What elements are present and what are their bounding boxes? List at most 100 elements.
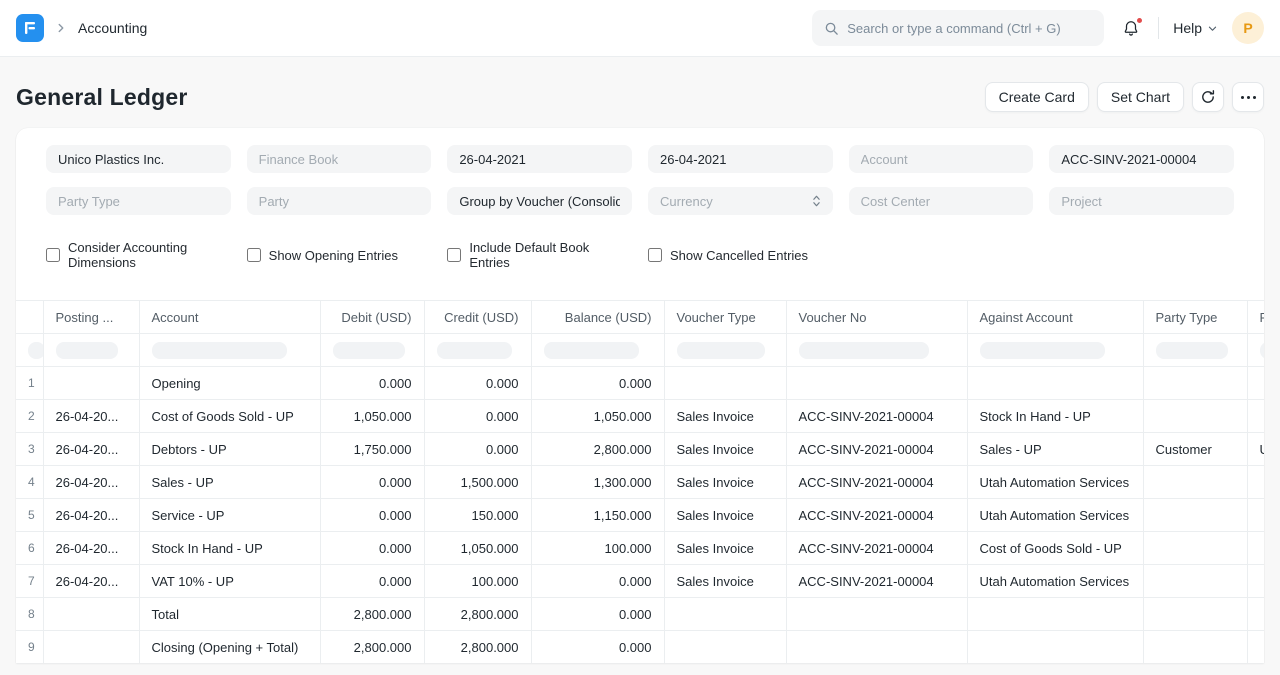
show-cancelled-entries-checkbox[interactable]	[648, 248, 662, 262]
table-row[interactable]: 3 26-04-20... Debtors - UP 1,750.000 0.0…	[16, 433, 1264, 466]
table-row[interactable]: 8 Total 2,800.000 2,800.000 0.000	[16, 598, 1264, 631]
cell-party[interactable]	[1247, 400, 1264, 433]
cell-debit[interactable]: 1,750.000	[320, 433, 424, 466]
cell-against-account[interactable]	[967, 598, 1143, 631]
column-filter-input[interactable]	[16, 334, 43, 367]
cell-voucher-type[interactable]: Sales Invoice	[664, 433, 786, 466]
cell-party[interactable]: Utah Automation Services	[1247, 433, 1264, 466]
cell-against-account[interactable]: Cost of Goods Sold - UP	[967, 532, 1143, 565]
cell-balance[interactable]: 1,150.000	[531, 499, 664, 532]
cell-party[interactable]	[1247, 367, 1264, 400]
cell-voucher-no[interactable]: ACC-SINV-2021-00004	[786, 466, 967, 499]
cell-debit[interactable]: 2,800.000	[320, 631, 424, 664]
cell-voucher-type[interactable]	[664, 598, 786, 631]
cell-party-type[interactable]	[1143, 400, 1247, 433]
cell-debit[interactable]: 2,800.000	[320, 598, 424, 631]
cell-voucher-type[interactable]: Sales Invoice	[664, 400, 786, 433]
cell-account[interactable]: Service - UP	[139, 499, 320, 532]
breadcrumb[interactable]: Accounting	[78, 20, 147, 36]
cell-voucher-no[interactable]: ACC-SINV-2021-00004	[786, 499, 967, 532]
cell-account[interactable]: Debtors - UP	[139, 433, 320, 466]
from-date-filter[interactable]	[447, 145, 632, 173]
cell-against-account[interactable]	[967, 631, 1143, 664]
cell-voucher-type[interactable]: Sales Invoice	[664, 466, 786, 499]
cell-account[interactable]: Opening	[139, 367, 320, 400]
cell-against-account[interactable]: Sales - UP	[967, 433, 1143, 466]
cell-against-account[interactable]: Utah Automation Services	[967, 466, 1143, 499]
set-chart-button[interactable]: Set Chart	[1097, 82, 1184, 112]
cell-voucher-type[interactable]	[664, 631, 786, 664]
cell-balance[interactable]: 100.000	[531, 532, 664, 565]
show-opening-entries-checkbox[interactable]	[247, 248, 261, 262]
column-filter-input[interactable]	[139, 334, 320, 367]
cell-credit[interactable]: 2,800.000	[424, 631, 531, 664]
cell-party[interactable]	[1247, 565, 1264, 598]
column-filter-input[interactable]	[531, 334, 664, 367]
cell-voucher-no[interactable]	[786, 631, 967, 664]
cell-voucher-no[interactable]: ACC-SINV-2021-00004	[786, 565, 967, 598]
cell-posting-date[interactable]: 26-04-20...	[43, 433, 139, 466]
checkbox-show-opening-entries[interactable]: Show Opening Entries	[247, 248, 432, 263]
table-row[interactable]: 7 26-04-20... VAT 10% - UP 0.000 100.000…	[16, 565, 1264, 598]
include-default-book-entries-checkbox[interactable]	[447, 248, 461, 262]
cell-posting-date[interactable]: 26-04-20...	[43, 499, 139, 532]
cell-voucher-type[interactable]	[664, 367, 786, 400]
cell-account[interactable]: Sales - UP	[139, 466, 320, 499]
cell-posting-date[interactable]: 26-04-20...	[43, 565, 139, 598]
cell-against-account[interactable]: Stock In Hand - UP	[967, 400, 1143, 433]
cost-center-filter[interactable]	[849, 187, 1034, 215]
col-party-type[interactable]: Party Type	[1143, 301, 1247, 334]
column-filter-input[interactable]	[664, 334, 786, 367]
cell-credit[interactable]: 1,050.000	[424, 532, 531, 565]
cell-voucher-no[interactable]	[786, 367, 967, 400]
table-row[interactable]: 2 26-04-20... Cost of Goods Sold - UP 1,…	[16, 400, 1264, 433]
table-row[interactable]: 4 26-04-20... Sales - UP 0.000 1,500.000…	[16, 466, 1264, 499]
cell-credit[interactable]: 1,500.000	[424, 466, 531, 499]
column-filter-input[interactable]	[786, 334, 967, 367]
refresh-button[interactable]	[1192, 82, 1224, 112]
cell-against-account[interactable]: Utah Automation Services	[967, 499, 1143, 532]
cell-credit[interactable]: 100.000	[424, 565, 531, 598]
consider-accounting-dimensions-checkbox[interactable]	[46, 248, 60, 262]
col-account[interactable]: Account	[139, 301, 320, 334]
cell-debit[interactable]: 0.000	[320, 466, 424, 499]
voucher-no-filter[interactable]	[1049, 145, 1234, 173]
cell-voucher-no[interactable]	[786, 598, 967, 631]
col-rownum[interactable]	[16, 301, 43, 334]
account-filter[interactable]	[849, 145, 1034, 173]
col-posting-date[interactable]: Posting ...	[43, 301, 139, 334]
cell-party[interactable]	[1247, 466, 1264, 499]
cell-party[interactable]	[1247, 499, 1264, 532]
cell-account[interactable]: Stock In Hand - UP	[139, 532, 320, 565]
party-type-filter[interactable]	[46, 187, 231, 215]
cell-account[interactable]: Cost of Goods Sold - UP	[139, 400, 320, 433]
cell-against-account[interactable]	[967, 367, 1143, 400]
cell-debit[interactable]: 0.000	[320, 565, 424, 598]
cell-account[interactable]: Closing (Opening + Total)	[139, 631, 320, 664]
cell-party[interactable]	[1247, 631, 1264, 664]
column-filter-input[interactable]	[424, 334, 531, 367]
menu-button[interactable]	[1232, 82, 1264, 112]
cell-voucher-no[interactable]: ACC-SINV-2021-00004	[786, 400, 967, 433]
currency-select[interactable]: Currency	[648, 187, 833, 215]
table-row[interactable]: 5 26-04-20... Service - UP 0.000 150.000…	[16, 499, 1264, 532]
cell-party-type[interactable]	[1143, 631, 1247, 664]
checkbox-show-cancelled-entries[interactable]: Show Cancelled Entries	[648, 248, 833, 263]
cell-party-type[interactable]	[1143, 466, 1247, 499]
cell-voucher-no[interactable]: ACC-SINV-2021-00004	[786, 532, 967, 565]
cell-voucher-type[interactable]: Sales Invoice	[664, 565, 786, 598]
cell-credit[interactable]: 0.000	[424, 400, 531, 433]
column-filter-input[interactable]	[1247, 334, 1264, 367]
help-menu[interactable]: Help	[1173, 20, 1218, 36]
cell-credit[interactable]: 0.000	[424, 367, 531, 400]
cell-credit[interactable]: 150.000	[424, 499, 531, 532]
cell-posting-date[interactable]	[43, 367, 139, 400]
col-debit[interactable]: Debit (USD)	[320, 301, 424, 334]
col-credit[interactable]: Credit (USD)	[424, 301, 531, 334]
cell-balance[interactable]: 0.000	[531, 631, 664, 664]
col-party[interactable]: Party	[1247, 301, 1264, 334]
col-against-account[interactable]: Against Account	[967, 301, 1143, 334]
group-by-select[interactable]: Group by Voucher (Consolidated)	[447, 187, 632, 215]
col-voucher-no[interactable]: Voucher No	[786, 301, 967, 334]
cell-voucher-type[interactable]: Sales Invoice	[664, 532, 786, 565]
